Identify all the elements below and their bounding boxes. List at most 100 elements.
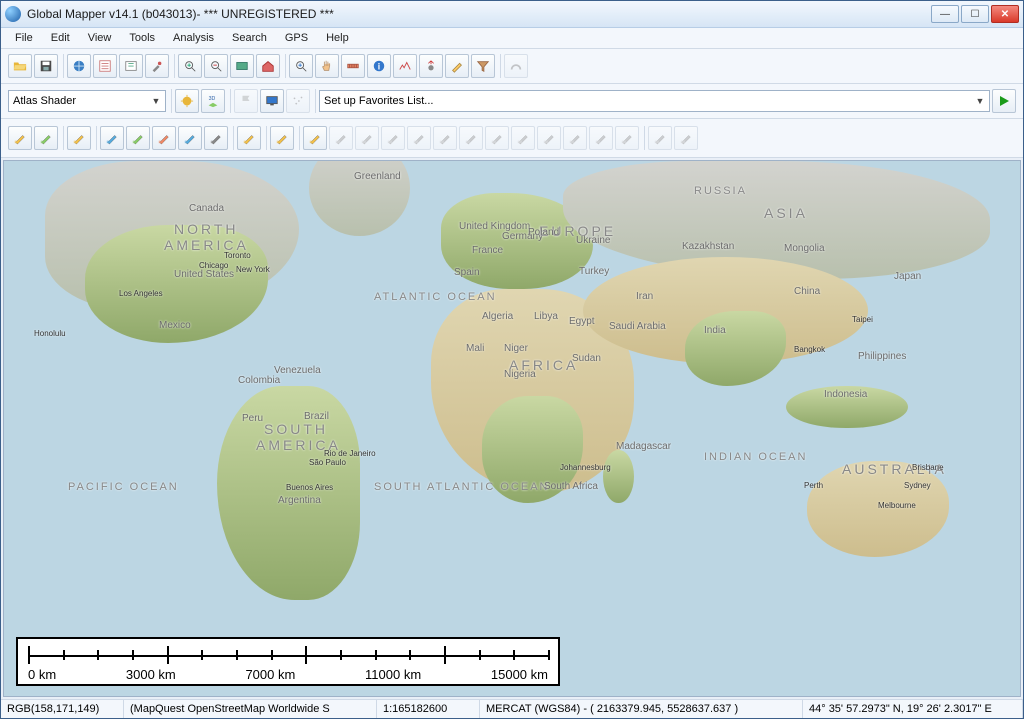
shape-b-button[interactable] xyxy=(355,126,379,150)
map-label: ASIA xyxy=(764,205,808,221)
monitor-button[interactable] xyxy=(260,89,284,113)
map-label: India xyxy=(704,325,726,336)
create-coda-button[interactable] xyxy=(152,126,176,150)
scale-bar: 0 km3000 km7000 km11000 km15000 km xyxy=(16,637,560,686)
shape-e-button[interactable] xyxy=(433,126,457,150)
map-label: Iran xyxy=(636,291,653,302)
zoom-full-button[interactable] xyxy=(230,54,254,78)
gps-tool-button[interactable] xyxy=(419,54,443,78)
map-label: Johannesburg xyxy=(560,463,611,472)
map-label: Chicago xyxy=(199,261,228,270)
create-freehand-button[interactable] xyxy=(270,126,294,150)
window-controls: — ☐ ✕ xyxy=(931,5,1019,23)
map-label: Russia xyxy=(694,185,747,197)
shader-combo[interactable]: Atlas Shader ▼ xyxy=(8,90,166,112)
shape-h-button[interactable] xyxy=(511,126,535,150)
map-label: Buenos Aires xyxy=(286,483,333,492)
scale-labels: 0 km3000 km7000 km11000 km15000 km xyxy=(28,667,548,682)
create-grid-button[interactable] xyxy=(204,126,228,150)
shape-n-button[interactable] xyxy=(674,126,698,150)
shader-options-button[interactable] xyxy=(175,89,199,113)
measure-tool-button[interactable] xyxy=(341,54,365,78)
map-label: São Paulo xyxy=(309,458,346,467)
map-label: Melbourne xyxy=(878,501,916,510)
layer-control-button[interactable] xyxy=(93,54,117,78)
map-label: Libya xyxy=(534,311,558,322)
create-peak-button[interactable] xyxy=(303,126,327,150)
scale-label: 11000 km xyxy=(365,667,421,682)
map-view[interactable]: NORTHAMERICAASIAAFRICAEUROPESOUTHAMERICA… xyxy=(3,160,1021,697)
create-text-button[interactable] xyxy=(237,126,261,150)
configure-button[interactable] xyxy=(119,54,143,78)
map-label: South Africa xyxy=(544,481,598,492)
flag-button[interactable] xyxy=(234,89,258,113)
menu-file[interactable]: File xyxy=(7,30,41,46)
create-area-button[interactable] xyxy=(34,126,58,150)
arch-button[interactable] xyxy=(504,54,528,78)
map-label: Niger xyxy=(504,343,528,354)
pan-tool-button[interactable] xyxy=(315,54,339,78)
minimize-button[interactable]: — xyxy=(931,5,959,23)
info-tool-button[interactable]: i xyxy=(367,54,391,78)
online-sources-button[interactable] xyxy=(67,54,91,78)
map-label: South Atlantic Ocean xyxy=(374,481,549,493)
shape-k-button[interactable] xyxy=(589,126,613,150)
home-button[interactable] xyxy=(256,54,280,78)
filter-button[interactable] xyxy=(471,54,495,78)
run-favorite-button[interactable] xyxy=(992,89,1016,113)
map-label: France xyxy=(472,245,503,256)
close-button[interactable]: ✕ xyxy=(991,5,1019,23)
shape-c-button[interactable] xyxy=(381,126,405,150)
create-point-button[interactable] xyxy=(8,126,32,150)
shape-i-button[interactable] xyxy=(537,126,561,150)
status-ratio: 1:165182600 xyxy=(377,700,480,718)
map-label: Mali xyxy=(466,343,484,354)
map-label: SOUTH xyxy=(264,421,328,437)
save-button[interactable] xyxy=(34,54,58,78)
zoom-in-button[interactable] xyxy=(178,54,202,78)
shape-d-button[interactable] xyxy=(407,126,431,150)
shape-l-button[interactable] xyxy=(615,126,639,150)
shape-a-button[interactable] xyxy=(329,126,353,150)
menu-analysis[interactable]: Analysis xyxy=(165,30,222,46)
menu-search[interactable]: Search xyxy=(224,30,275,46)
3d-view-button[interactable]: 3D xyxy=(201,89,225,113)
status-proj: MERCAT (WGS84) - ( 2163379.945, 5528637.… xyxy=(480,700,803,718)
map-label: Spain xyxy=(454,267,480,278)
create-circle-button[interactable] xyxy=(178,126,202,150)
zoom-tool-button[interactable] xyxy=(289,54,313,78)
maximize-button[interactable]: ☐ xyxy=(961,5,989,23)
menu-edit[interactable]: Edit xyxy=(43,30,78,46)
tools-button[interactable] xyxy=(145,54,169,78)
profile-tool-button[interactable] xyxy=(393,54,417,78)
map-label: Nigeria xyxy=(504,369,536,380)
toolbar-main: i xyxy=(1,49,1023,84)
status-latlon: 44° 35' 57.2973" N, 19° 26' 2.3017" E xyxy=(803,700,1023,718)
menu-view[interactable]: View xyxy=(80,30,120,46)
digitizer-tool-button[interactable] xyxy=(445,54,469,78)
map-label: NORTH xyxy=(174,221,239,237)
menu-tools[interactable]: Tools xyxy=(121,30,163,46)
chevron-down-icon: ▼ xyxy=(973,96,987,106)
shape-f-button[interactable] xyxy=(459,126,483,150)
scale-ruler xyxy=(28,645,548,665)
map-label: Egypt xyxy=(569,316,595,327)
create-route-button[interactable] xyxy=(100,126,124,150)
map-label: Honolulu xyxy=(34,329,66,338)
map-label: China xyxy=(794,286,820,297)
shape-j-button[interactable] xyxy=(563,126,587,150)
map-label: Mongolia xyxy=(784,243,825,254)
open-button[interactable] xyxy=(8,54,32,78)
menu-gps[interactable]: GPS xyxy=(277,30,316,46)
create-line2-button[interactable] xyxy=(126,126,150,150)
favorites-combo[interactable]: Set up Favorites List... ▼ xyxy=(319,90,990,112)
shape-m-button[interactable] xyxy=(648,126,672,150)
status-layer: (MapQuest OpenStreetMap Worldwide S xyxy=(124,700,377,718)
shape-g-button[interactable] xyxy=(485,126,509,150)
menu-help[interactable]: Help xyxy=(318,30,357,46)
map-label: Brazil xyxy=(304,411,329,422)
scatter-button[interactable] xyxy=(286,89,310,113)
create-line-button[interactable] xyxy=(67,126,91,150)
zoom-out-button[interactable] xyxy=(204,54,228,78)
app-icon xyxy=(5,6,21,22)
